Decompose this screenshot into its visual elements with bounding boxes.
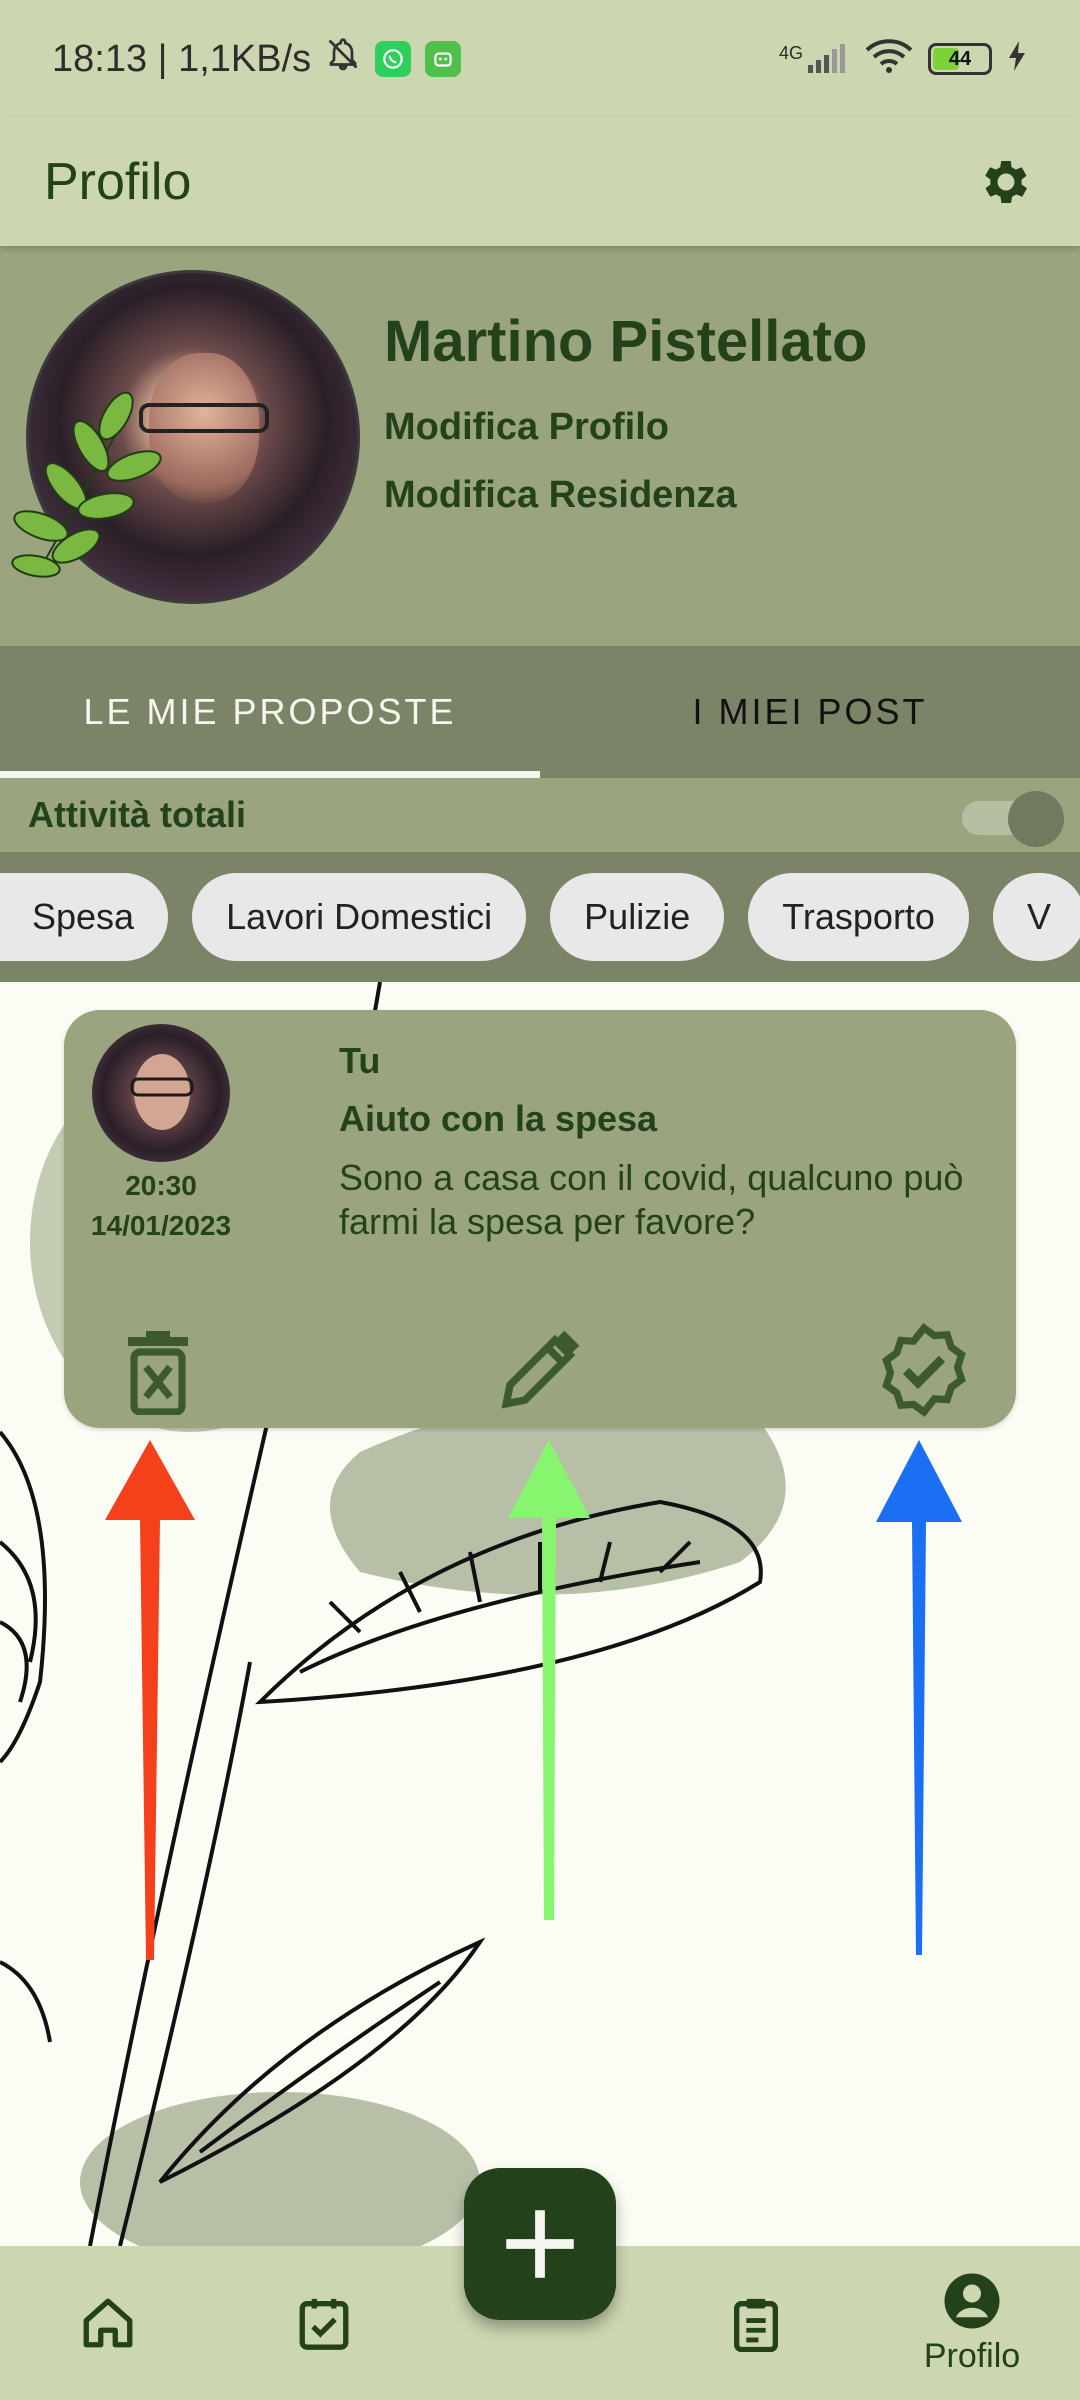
green-arrow [508,1440,590,1920]
status-bar: 18:13 | 1,1KB/s 4G 44 [0,0,1080,118]
charging-icon [1006,40,1028,79]
card-datetime: 20:30 14/01/2023 [64,1166,258,1246]
chip-spesa[interactable]: Spesa [0,873,169,961]
card-description: Sono a casa con il covid, qualcuno può f… [339,1157,964,1242]
nav-tasks[interactable] [254,2246,394,2400]
page-title: Profilo [44,153,192,211]
wifi-icon [864,38,914,81]
edit-icon [501,1330,580,1409]
chip-lavori-domestici[interactable]: Lavori Domestici [192,873,527,961]
status-left: 18:13 | 1,1KB/s [52,36,462,82]
nav-profile-label: Profilo [923,2336,1021,2375]
nav-list[interactable] [686,2246,826,2400]
clipboard-list-icon [734,2298,778,2352]
status-right: 4G 44 [779,38,1028,81]
battery-level: 44 [948,47,972,70]
card-title: Aiuto con la spesa [339,1098,658,1139]
profile-name: Martino Pistellato [384,309,868,374]
battery-icon: 44 [928,43,992,75]
category-chips: Spesa Lavori Domestici Pulizie Trasporto… [0,852,1080,982]
complete-button[interactable] [876,1322,972,1418]
card-user: Tu [339,1040,381,1081]
chip-trasporto[interactable]: Trasporto [748,873,969,961]
delete-button[interactable] [110,1322,206,1418]
gear-icon[interactable] [976,152,1036,212]
edit-profile-link[interactable]: Modifica Profilo [384,406,669,449]
tab-my-proposals[interactable]: LE MIE PROPOSTE [0,646,540,778]
leaves-decoration [11,391,162,578]
nav-home[interactable] [38,2246,178,2400]
nav-profile[interactable]: Profilo [902,2246,1042,2400]
app-bar: Profilo [0,118,1080,246]
plus-icon [506,2210,574,2278]
signal-icon: 4G [779,43,850,75]
total-activities-toggle[interactable] [962,791,1064,847]
status-time: 18:13 | 1,1KB/s [52,37,312,80]
bell-off-icon [325,36,361,82]
red-arrow [105,1440,195,1960]
home-icon [83,2298,133,2348]
blue-arrow [876,1440,962,1955]
profile-header: Martino Pistellato Modifica Profilo Modi… [0,246,1080,646]
filter-label: Attività totali [28,794,247,835]
network-type: 4G [778,43,803,63]
edit-button[interactable] [492,1322,588,1418]
tab-bar: LE MIE PROPOSTE I MIEI POST [0,646,1080,778]
edit-residence-link[interactable]: Modifica Residenza [384,474,737,517]
filter-row: Attività totali [0,778,1080,852]
chip-more[interactable]: V [992,873,1080,961]
proposal-card[interactable]: 20:30 14/01/2023 Tu Aiuto con la spesa S… [64,1010,1016,1428]
tab-my-posts[interactable]: I MIEI POST [540,646,1080,778]
account-icon [944,2273,1000,2328]
whatsapp-icon [375,41,412,77]
chip-pulizie[interactable]: Pulizie [550,873,725,961]
add-button[interactable] [464,2168,616,2320]
task-check-icon [299,2298,349,2350]
android-icon [425,41,462,77]
toggle-thumb [1008,791,1064,847]
card-avatar [92,1024,230,1162]
verified-icon [882,1323,966,1417]
card-date: 14/01/2023 [90,1210,232,1241]
card-time: 20:30 [125,1170,197,1201]
delete-icon [128,1331,188,1415]
